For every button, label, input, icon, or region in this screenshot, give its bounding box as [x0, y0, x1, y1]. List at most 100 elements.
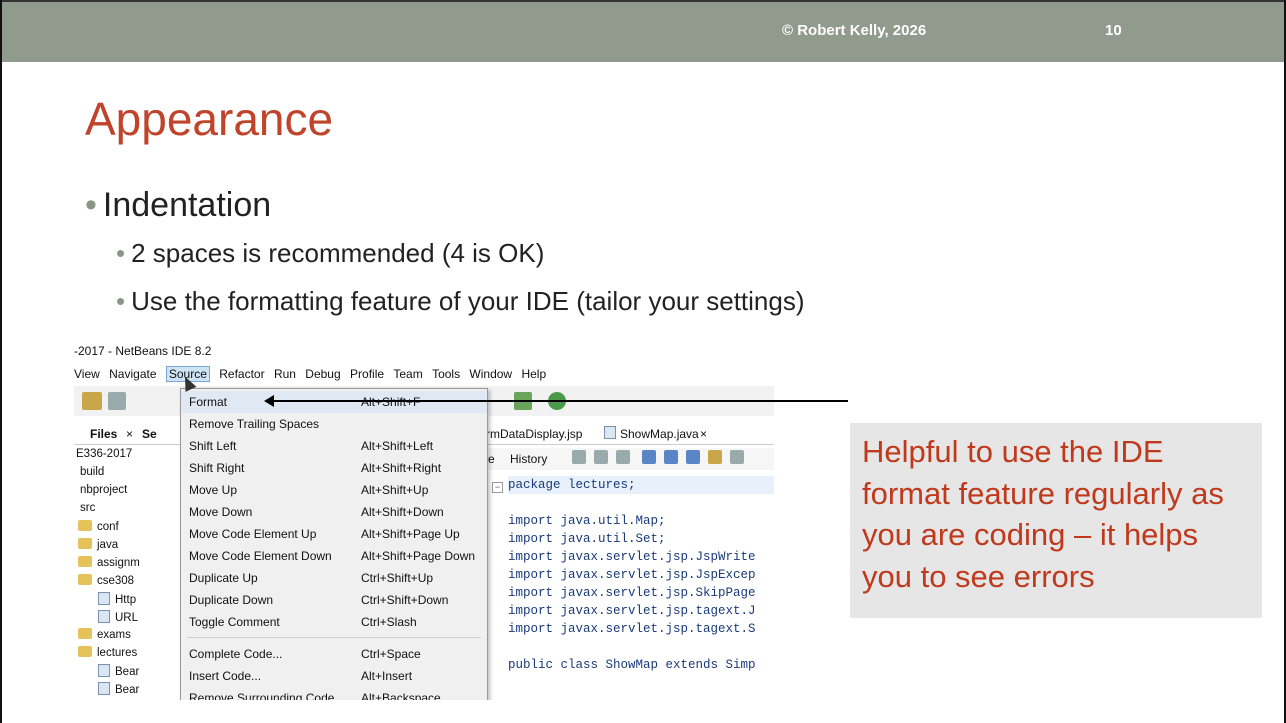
bullet-sub-1-text: 2 spaces is recommended (4 is OK) — [131, 238, 545, 268]
tree-item[interactable]: nbproject — [80, 484, 127, 496]
tab-form-data-display[interactable]: rmDataDisplay.jsp — [486, 427, 582, 441]
menu-item-label: Remove Trailing Spaces — [189, 417, 320, 431]
menu-item-shortcut: Alt+Shift+Down — [361, 505, 444, 519]
menu-item-duplicate-down[interactable]: Duplicate Down Ctrl+Shift+Down — [181, 589, 487, 611]
tree-item[interactable]: cse308 — [78, 574, 134, 587]
menu-item-move-code-element-up[interactable]: Move Code Element Up Alt+Shift+Page Up — [181, 523, 487, 545]
menu-item-duplicate-up[interactable]: Duplicate Up Ctrl+Shift+Up — [181, 567, 487, 589]
tree-item[interactable]: URL — [98, 610, 138, 624]
forward-icon[interactable] — [616, 450, 630, 464]
menu-item-label: Remove Surrounding Code — [189, 691, 335, 700]
java-file-icon — [98, 592, 110, 605]
tree-item[interactable]: build — [80, 466, 104, 478]
tree-item-label: Bear — [115, 684, 140, 696]
toggle-rect-select-icon[interactable] — [730, 450, 744, 464]
menu-window[interactable]: Window — [469, 367, 512, 381]
menu-view[interactable]: View — [74, 367, 100, 381]
menu-item-insert-code[interactable]: Insert Code... Alt+Insert — [181, 665, 487, 687]
menu-item-shortcut: Alt+Backspace — [361, 691, 441, 700]
history-tab[interactable]: History — [510, 452, 547, 466]
menu-item-shift-right[interactable]: Shift Right Alt+Shift+Right — [181, 457, 487, 479]
menu-run[interactable]: Run — [274, 367, 296, 381]
project-files-pane: Files × Se E336-2017 build nbproject src… — [74, 424, 183, 700]
tree-item[interactable]: Http — [98, 592, 136, 606]
bullet-dot: • — [116, 286, 126, 316]
find-icon[interactable] — [642, 450, 656, 464]
close-icon[interactable]: × — [700, 427, 707, 441]
java-file-icon — [98, 682, 110, 695]
code-line: public class ShowMap extends Simp — [508, 658, 756, 672]
toggle-highlight-icon[interactable] — [708, 450, 722, 464]
menu-item-move-down[interactable]: Move Down Alt+Shift+Down — [181, 501, 487, 523]
tree-item-label: lectures — [97, 647, 138, 659]
pointer-arrow-line — [270, 400, 848, 402]
menu-item-label: Duplicate Up — [189, 571, 258, 585]
menu-team[interactable]: Team — [393, 367, 422, 381]
menu-item-shortcut: Alt+Shift+Up — [361, 483, 429, 497]
menu-help[interactable]: Help — [521, 367, 546, 381]
menu-tools[interactable]: Tools — [432, 367, 460, 381]
menu-item-complete-code[interactable]: Complete Code... Ctrl+Space — [181, 643, 487, 665]
tree-item-label: URL — [115, 612, 139, 624]
source-menu-dropdown: Format Alt+Shift+F Remove Trailing Spaces… — [180, 388, 488, 700]
tree-item[interactable]: java — [78, 538, 118, 551]
menu-navigate[interactable]: Navigate — [109, 367, 156, 381]
code-editor[interactable]: rmDataDisplay.jsp ShowMap.java × e Histo… — [486, 424, 774, 700]
code-line: import javax.servlet.jsp.SkipPage — [508, 586, 756, 600]
tree-item-label: build — [80, 466, 105, 478]
menu-item-shortcut: Alt+Insert — [361, 669, 413, 683]
menu-item-shortcut: Alt+Shift+Left — [361, 439, 434, 453]
tree-item[interactable]: Bear — [98, 682, 139, 696]
menu-item-format[interactable]: Format Alt+Shift+F — [181, 391, 487, 413]
menu-item-shortcut: Ctrl+Slash — [361, 615, 417, 629]
folder-icon — [78, 574, 92, 585]
back-icon[interactable] — [594, 450, 608, 464]
open-project-icon[interactable] — [82, 392, 102, 410]
slide-title: Appearance — [85, 93, 334, 145]
menu-item-remove-trailing-spaces[interactable]: Remove Trailing Spaces — [181, 413, 487, 435]
tree-item[interactable]: assignm — [78, 556, 140, 569]
tree-item[interactable]: conf — [78, 520, 119, 533]
source-view-tab[interactable]: e — [488, 452, 495, 466]
last-edit-icon[interactable] — [572, 450, 586, 464]
tab-show-map[interactable]: ShowMap.java — [620, 427, 699, 441]
tree-item[interactable]: lectures — [78, 646, 137, 659]
menu-separator — [187, 637, 481, 638]
folder-icon — [78, 646, 92, 657]
menu-item-move-code-element-down[interactable]: Move Code Element Down Alt+Shift+Page Dow… — [181, 545, 487, 567]
close-icon[interactable]: × — [126, 427, 133, 441]
menu-refactor[interactable]: Refactor — [219, 367, 264, 381]
bullet-sub-1: • 2 spaces is recommended (4 is OK) — [116, 238, 544, 269]
code-line: import javax.servlet.jsp.tagext.S — [508, 622, 756, 636]
menu-item-shift-left[interactable]: Shift Left Alt+Shift+Left — [181, 435, 487, 457]
folder-icon — [78, 520, 92, 531]
menu-item-label: Move Down — [189, 505, 253, 519]
code-line: package lectures; — [508, 476, 774, 494]
fold-toggle-icon[interactable]: − — [492, 482, 503, 493]
tab-files[interactable]: Files — [90, 427, 117, 441]
menu-item-label: Complete Code... — [189, 647, 283, 661]
bullet-sub-2: • Use the formatting feature of your IDE … — [116, 286, 805, 317]
menu-item-toggle-comment[interactable]: Toggle Comment Ctrl+Slash — [181, 611, 487, 633]
menu-item-shortcut: Ctrl+Shift+Down — [361, 593, 449, 607]
tree-item[interactable]: src — [80, 502, 95, 514]
bullet-sub-2-text: Use the formatting feature of your IDE (… — [131, 286, 805, 316]
menu-item-remove-surrounding-code[interactable]: Remove Surrounding Code Alt+Backspace — [181, 687, 487, 700]
pointer-arrow-head-icon — [264, 395, 274, 407]
menu-item-move-up[interactable]: Move Up Alt+Shift+Up — [181, 479, 487, 501]
find-previous-icon[interactable] — [664, 450, 678, 464]
menu-item-label: Toggle Comment — [189, 615, 280, 629]
menu-debug[interactable]: Debug — [305, 367, 340, 381]
menu-item-label: Insert Code... — [189, 669, 262, 683]
code-line: import java.util.Set; — [508, 532, 666, 546]
tree-item[interactable]: exams — [78, 628, 131, 641]
find-next-icon[interactable] — [686, 450, 700, 464]
code-line: import javax.servlet.jsp.JspWrite — [508, 550, 756, 564]
menu-profile[interactable]: Profile — [350, 367, 384, 381]
menu-item-label: Move Code Element Down — [189, 549, 332, 563]
tree-item[interactable]: E336-2017 — [76, 448, 132, 460]
tree-item-label: E336-2017 — [76, 448, 133, 460]
save-all-icon[interactable] — [108, 392, 126, 410]
tab-services[interactable]: Se — [142, 427, 157, 441]
tree-item[interactable]: Bear — [98, 664, 139, 678]
